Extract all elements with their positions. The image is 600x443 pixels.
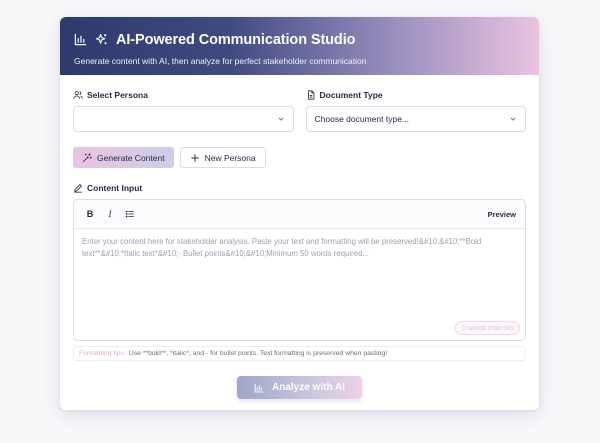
generate-content-button[interactable]: Generate Content <box>73 147 174 168</box>
header: AI-Powered Communication Studio Generate… <box>60 17 539 75</box>
editor-toolbar: B I Preview <box>74 200 525 229</box>
persona-select[interactable] <box>73 106 294 132</box>
word-count-badge: 0 words (min 50) <box>455 321 520 335</box>
persona-label: Select Persona <box>73 89 294 101</box>
document-type-field: Document Type Choose document type... <box>305 89 527 132</box>
content-input-label: Content Input <box>73 182 526 194</box>
list-icon <box>125 210 134 218</box>
new-persona-button[interactable]: New Persona <box>179 147 266 168</box>
pencil-icon <box>73 183 83 193</box>
page-subtitle: Generate content with AI, then analyze f… <box>74 56 367 66</box>
document-type-label: Document Type <box>306 89 527 101</box>
persona-label-text: Select Persona <box>87 90 148 100</box>
users-icon <box>73 90 83 100</box>
preview-button[interactable]: Preview <box>488 210 516 219</box>
new-persona-label: New Persona <box>204 152 256 163</box>
content-input-label-text: Content Input <box>87 183 143 193</box>
magic-wand-icon <box>82 152 92 163</box>
formatting-tips: Formatting tips: Use **bold**, *italic*,… <box>73 346 526 361</box>
title-row: AI-Powered Communication Studio <box>74 30 525 50</box>
document-type-select-value: Choose document type... <box>314 114 410 124</box>
bar-chart-icon <box>254 383 264 393</box>
page-title: AI-Powered Communication Studio <box>116 32 356 48</box>
bar-chart-icon <box>74 33 88 47</box>
form-body: Select Persona Document Type Choose docu… <box>60 75 539 399</box>
italic-button[interactable]: I <box>103 207 117 221</box>
chevron-down-icon <box>509 115 517 123</box>
sparkles-icon <box>95 33 109 47</box>
plus-icon <box>190 153 200 163</box>
formatting-tips-text: Use **bold**, *italic*, and - for bullet… <box>128 350 388 357</box>
analyze-button[interactable]: Analyze with AI <box>237 376 362 399</box>
formatting-tips-key: Formatting tips: <box>79 350 126 357</box>
generate-content-label: Generate Content <box>97 152 165 163</box>
analyze-wrap: Analyze with AI <box>73 376 526 399</box>
document-type-select[interactable]: Choose document type... <box>305 106 526 132</box>
action-row: Generate Content New Persona <box>73 147 526 168</box>
chevron-down-icon <box>277 115 285 123</box>
document-icon <box>306 90 316 100</box>
persona-field: Select Persona <box>73 89 294 132</box>
bullet-list-button[interactable] <box>123 207 137 221</box>
studio-card: AI-Powered Communication Studio Generate… <box>60 17 539 410</box>
document-type-label-text: Document Type <box>319 90 383 100</box>
content-editor: B I Preview Enter your content here for … <box>73 199 526 341</box>
bold-button[interactable]: B <box>83 207 97 221</box>
analyze-label: Analyze with AI <box>272 382 345 393</box>
selector-row: Select Persona Document Type Choose docu… <box>73 89 526 132</box>
